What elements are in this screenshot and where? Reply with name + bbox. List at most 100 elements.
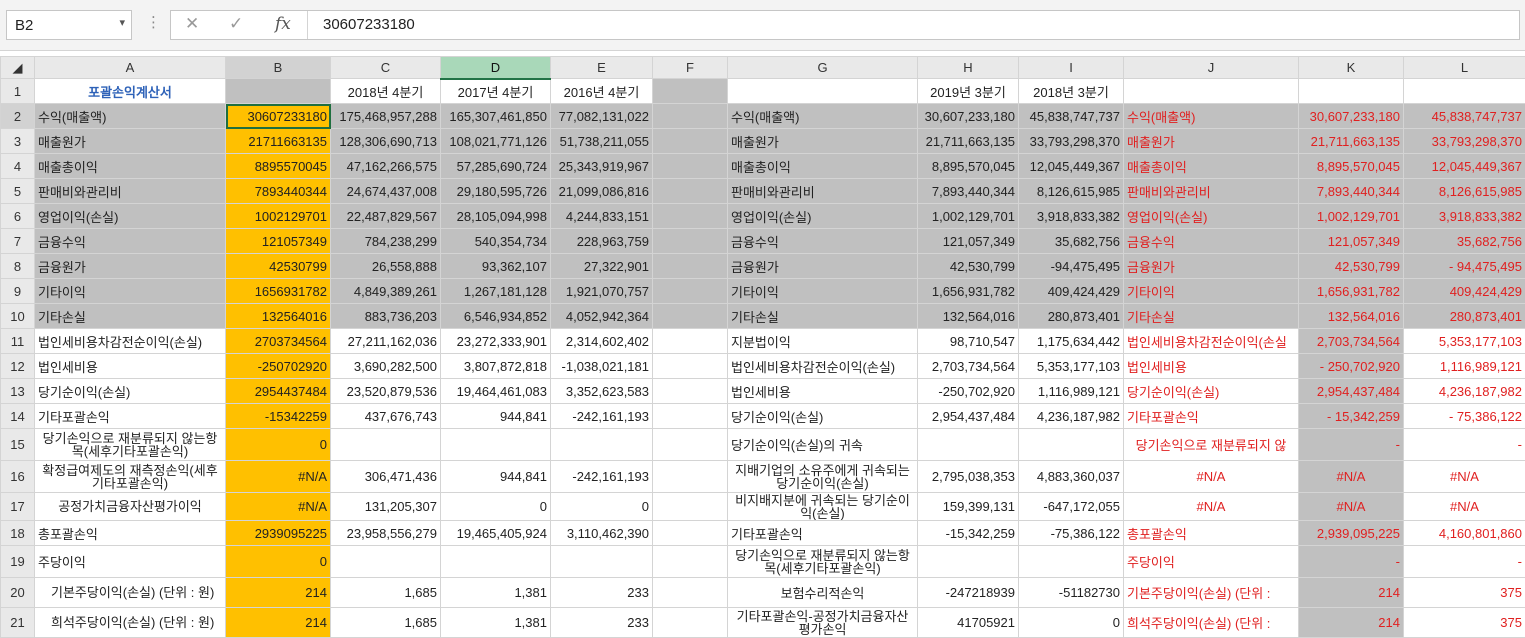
row-header[interactable]: 13 [1, 379, 35, 404]
cell-l4[interactable]: 12,045,449,367 [1404, 154, 1525, 179]
cell-b18[interactable]: 2939095225 [226, 521, 331, 546]
cell-h6[interactable]: 1,002,129,701 [918, 204, 1019, 229]
cell-l10[interactable]: 280,873,401 [1404, 304, 1525, 329]
cell-f15[interactable] [653, 429, 728, 461]
cell-e2[interactable]: 77,082,131,022 [551, 104, 653, 129]
cell-d3[interactable]: 108,021,771,126 [441, 129, 551, 154]
formula-input[interactable]: ✕ ✓ fx 30607233180 [170, 10, 1520, 40]
cell-l12[interactable]: 1,116,989,121 [1404, 354, 1525, 379]
cell-a6[interactable]: 영업이익(손실) [35, 204, 226, 229]
cell-a2[interactable]: 수익(매출액) [35, 104, 226, 129]
row-header[interactable]: 7 [1, 229, 35, 254]
column-header[interactable]: H [918, 57, 1019, 79]
cell-f7[interactable] [653, 229, 728, 254]
cell-b20[interactable]: 214 [226, 578, 331, 608]
cell-a14[interactable]: 기타포괄손익 [35, 404, 226, 429]
cell-c20[interactable]: 1,685 [331, 578, 441, 608]
row-header[interactable]: 4 [1, 154, 35, 179]
cell-f18[interactable] [653, 521, 728, 546]
cell-b7[interactable]: 121057349 [226, 229, 331, 254]
cell-l9[interactable]: 409,424,429 [1404, 279, 1525, 304]
cell-f2[interactable] [653, 104, 728, 129]
cell-i15[interactable] [1019, 429, 1124, 461]
column-header[interactable]: F [653, 57, 728, 79]
name-box[interactable]: B2 ▾ [6, 10, 132, 40]
cell-a18[interactable]: 총포괄손익 [35, 521, 226, 546]
cell-f20[interactable] [653, 578, 728, 608]
cell-c12[interactable]: 3,690,282,500 [331, 354, 441, 379]
cell-f3[interactable] [653, 129, 728, 154]
cell-g11[interactable]: 지분법이익 [728, 329, 918, 354]
cell-i4[interactable]: 12,045,449,367 [1019, 154, 1124, 179]
cell-d21[interactable]: 1,381 [441, 608, 551, 638]
cell-k17[interactable]: #N/A [1299, 493, 1404, 521]
column-header[interactable]: K [1299, 57, 1404, 79]
cell-j4[interactable]: 매출총이익 [1124, 154, 1299, 179]
cell-h15[interactable] [918, 429, 1019, 461]
cell-g20[interactable]: 보험수리적손익 [728, 578, 918, 608]
cell-f13[interactable] [653, 379, 728, 404]
cell-g21[interactable]: 기타포괄손익-공정가치금융자산평가손익 [728, 608, 918, 638]
cell-a8[interactable]: 금융원가 [35, 254, 226, 279]
cell-d18[interactable]: 19,465,405,924 [441, 521, 551, 546]
cell-g17[interactable]: 비지배지분에 귀속되는 당기순이익(손실) [728, 493, 918, 521]
cell-a15[interactable]: 당기손익으로 재분류되지 않는항목(세후기타포괄손익) [35, 429, 226, 461]
cell-e17[interactable]: 0 [551, 493, 653, 521]
cell-h19[interactable] [918, 546, 1019, 578]
cell-j12[interactable]: 법인세비용 [1124, 354, 1299, 379]
cell-a10[interactable]: 기타손실 [35, 304, 226, 329]
row-header[interactable]: 17 [1, 493, 35, 521]
column-header[interactable]: E [551, 57, 653, 79]
cell-b14[interactable]: -15342259 [226, 404, 331, 429]
cell-g13[interactable]: 법인세비용 [728, 379, 918, 404]
cell-c4[interactable]: 47,162,266,575 [331, 154, 441, 179]
cell-g8[interactable]: 금융원가 [728, 254, 918, 279]
cell-a17[interactable]: 공정가치금융자산평가이익 [35, 493, 226, 521]
cell-a20[interactable]: 기본주당이익(손실) (단위 : 원) [35, 578, 226, 608]
cell-l8[interactable]: - 94,475,495 [1404, 254, 1525, 279]
row-header[interactable]: 10 [1, 304, 35, 329]
cell-h3[interactable]: 21,711,663,135 [918, 129, 1019, 154]
cell-f10[interactable] [653, 304, 728, 329]
cell-a16[interactable]: 확정급여제도의 재측정손익(세후기타포괄손익) [35, 461, 226, 493]
row-header[interactable]: 5 [1, 179, 35, 204]
cell-g19[interactable]: 당기손익으로 재분류되지 않는항목(세후기타포괄손익) [728, 546, 918, 578]
cell-g18[interactable]: 기타포괄손익 [728, 521, 918, 546]
cell-j7[interactable]: 금융수익 [1124, 229, 1299, 254]
cell-j8[interactable]: 금융원가 [1124, 254, 1299, 279]
cell-e19[interactable] [551, 546, 653, 578]
cell-f16[interactable] [653, 461, 728, 493]
cell-e11[interactable]: 2,314,602,402 [551, 329, 653, 354]
cell-l13[interactable]: 4,236,187,982 [1404, 379, 1525, 404]
cell-e12[interactable]: -1,038,021,181 [551, 354, 653, 379]
cell-i5[interactable]: 8,126,615,985 [1019, 179, 1124, 204]
cancel-icon[interactable]: ✕ [185, 14, 199, 34]
cell-e13[interactable]: 3,352,623,583 [551, 379, 653, 404]
cell-j19[interactable]: 주당이익 [1124, 546, 1299, 578]
cell-i12[interactable]: 5,353,177,103 [1019, 354, 1124, 379]
cell-c7[interactable]: 784,238,299 [331, 229, 441, 254]
cell-a13[interactable]: 당기순이익(손실) [35, 379, 226, 404]
cell-b10[interactable]: 132564016 [226, 304, 331, 329]
cell-i21[interactable]: 0 [1019, 608, 1124, 638]
cell-e20[interactable]: 233 [551, 578, 653, 608]
cell-g14[interactable]: 당기순이익(손실) [728, 404, 918, 429]
cell-k3[interactable]: 21,711,663,135 [1299, 129, 1404, 154]
cell-b3[interactable]: 21711663135 [226, 129, 331, 154]
cell-a5[interactable]: 판매비와관리비 [35, 179, 226, 204]
cell-k16[interactable]: #N/A [1299, 461, 1404, 493]
cell-e4[interactable]: 25,343,919,967 [551, 154, 653, 179]
cell-b12[interactable]: -250702920 [226, 354, 331, 379]
cell-k8[interactable]: 42,530,799 [1299, 254, 1404, 279]
cell-i19[interactable] [1019, 546, 1124, 578]
cell-k9[interactable]: 1,656,931,782 [1299, 279, 1404, 304]
cell-l16[interactable]: #N/A [1404, 461, 1525, 493]
cell-i7[interactable]: 35,682,756 [1019, 229, 1124, 254]
cell-d13[interactable]: 19,464,461,083 [441, 379, 551, 404]
cell-a11[interactable]: 법인세비용차감전순이익(손실) [35, 329, 226, 354]
cell-h14[interactable]: 2,954,437,484 [918, 404, 1019, 429]
cell-f19[interactable] [653, 546, 728, 578]
cell-g15[interactable]: 당기순이익(손실)의 귀속 [728, 429, 918, 461]
cell-h8[interactable]: 42,530,799 [918, 254, 1019, 279]
cell-j16[interactable]: #N/A [1124, 461, 1299, 493]
